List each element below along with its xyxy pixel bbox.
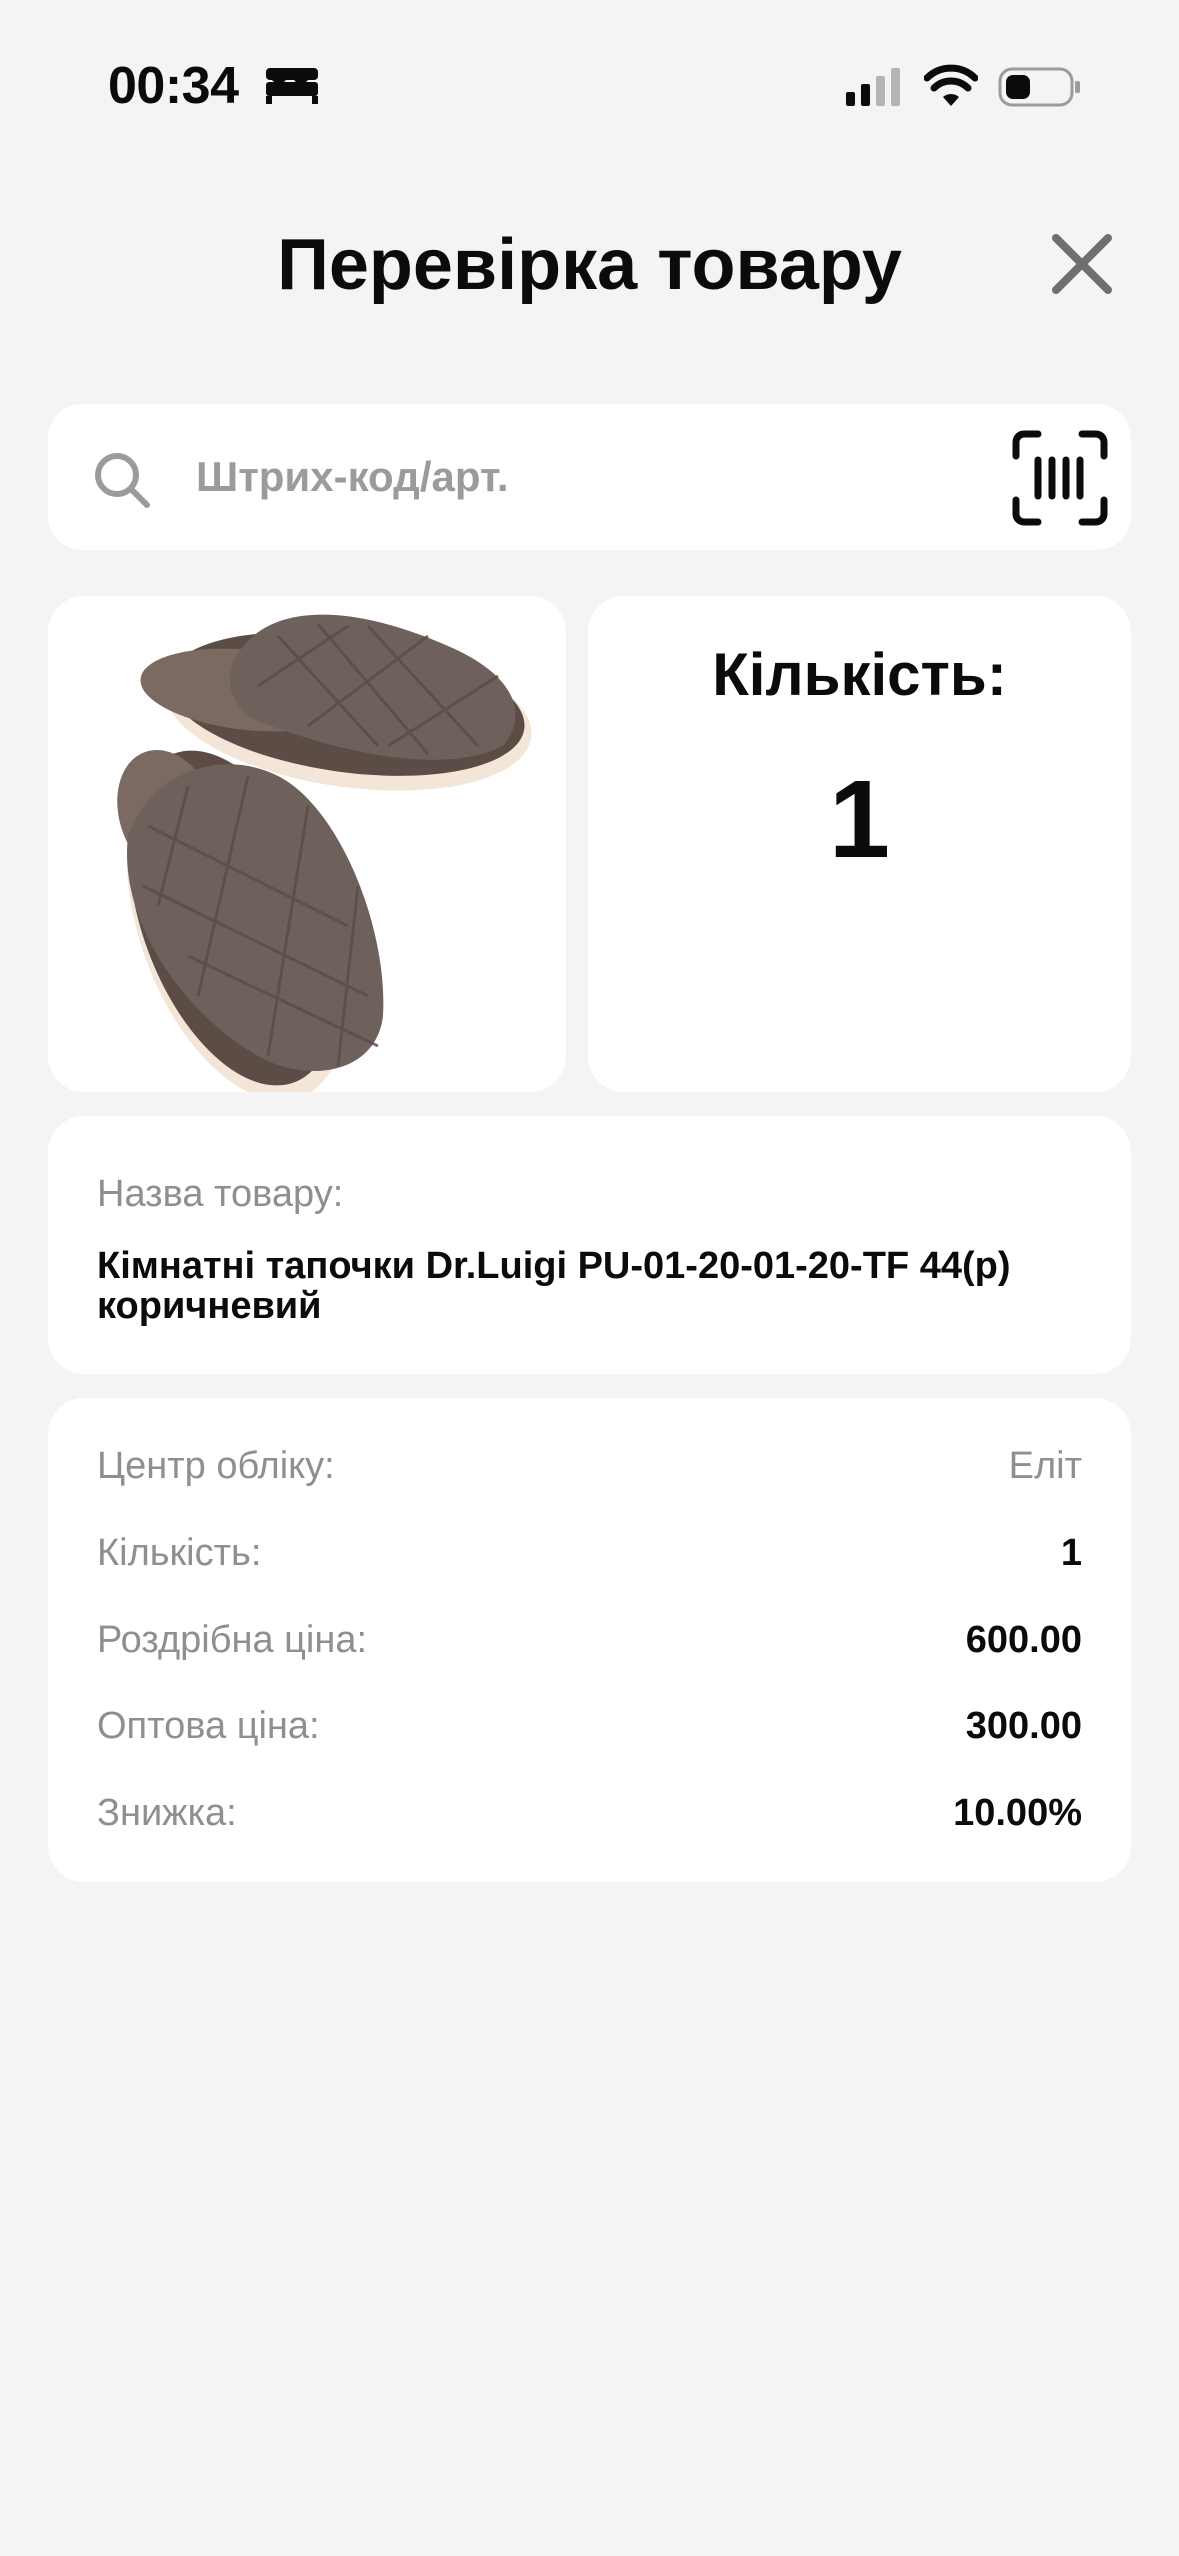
close-icon [1052, 234, 1112, 294]
cellular-signal-icon [846, 68, 900, 106]
detail-row-quantity: Кількість: 1 [97, 1525, 1082, 1581]
quantity-label: Кількість: [712, 641, 1007, 708]
close-button[interactable] [1040, 222, 1124, 306]
detail-label: Роздрібна ціна: [97, 1619, 368, 1661]
search-input[interactable] [196, 434, 1016, 520]
quantity-value: 1 [828, 758, 891, 881]
search-bar[interactable] [48, 404, 1131, 550]
detail-label: Оптова ціна: [97, 1705, 320, 1747]
product-image-card[interactable] [48, 596, 566, 1092]
product-name-label: Назва товару: [97, 1173, 344, 1215]
detail-label: Центр обліку: [97, 1445, 335, 1487]
detail-row-discount: Знижка: 10.00% [97, 1785, 1082, 1841]
battery-icon [998, 67, 1080, 107]
detail-label: Знижка: [97, 1792, 237, 1834]
product-name-value: Кімнатні тапочки Dr.Luigi PU-01-20-01-20… [97, 1245, 1011, 1327]
detail-value: 300.00 [965, 1705, 1082, 1747]
status-time: 00:34 [108, 57, 239, 115]
detail-row-retail-price: Роздрібна ціна: 600.00 [97, 1612, 1082, 1668]
detail-row-wholesale-price: Оптова ціна: 300.00 [97, 1698, 1082, 1754]
slippers-image [117, 614, 532, 1092]
detail-value: 600.00 [965, 1619, 1082, 1661]
detail-row-accounting-center: Центр обліку: Еліт [97, 1438, 1082, 1494]
detail-value: 1 [1060, 1532, 1082, 1574]
page-title: Перевірка товару [277, 225, 902, 305]
search-icon [95, 453, 150, 508]
detail-value: Еліт [1008, 1445, 1082, 1487]
bed-icon [266, 68, 318, 104]
detail-label: Кількість: [97, 1532, 262, 1574]
barcode-scan-icon[interactable] [1010, 428, 1110, 528]
detail-value: 10.00% [953, 1792, 1082, 1834]
wifi-icon [924, 64, 978, 106]
product-check-screen: 00:34 Перевірка товару Штрих-код/арт. Кі… [0, 0, 1179, 2556]
